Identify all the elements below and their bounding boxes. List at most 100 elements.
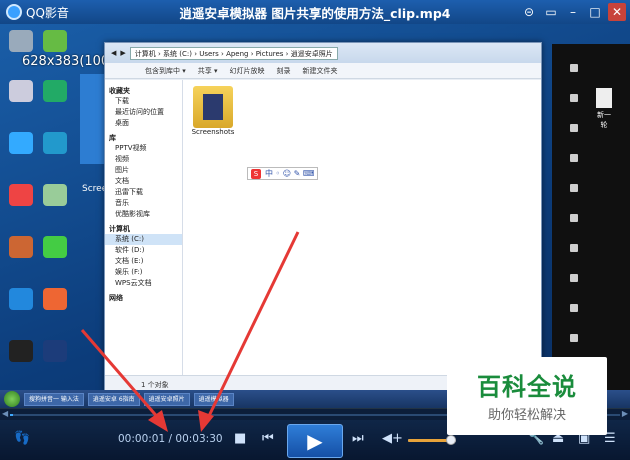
- nav-item: 下载: [115, 97, 129, 105]
- nav-item: 桌面: [115, 119, 129, 127]
- desktop-icon-ps: [38, 340, 72, 364]
- stop-icon[interactable]: ■: [234, 431, 246, 446]
- volume-knob[interactable]: [446, 435, 457, 445]
- desktop-icon-ie: [4, 132, 38, 156]
- watermark-slogan: 助你轻松解决: [487, 408, 566, 423]
- file-view: Screenshots: [183, 80, 541, 375]
- document-icon: [596, 88, 612, 108]
- footprint-icon[interactable]: 👣: [14, 431, 30, 446]
- sidebar-tool-icon: [570, 334, 578, 342]
- explorer-body: 收藏夹 下载 最近访问的位置 桌面 库 PPTV视频 视频 图片 文档 迅雷下载…: [105, 80, 541, 375]
- desktop-icon-app8: [4, 288, 38, 312]
- back-icon: ◀: [111, 49, 117, 57]
- nav-item: WPS云文档: [115, 279, 152, 287]
- maximize-icon[interactable]: □: [586, 3, 604, 21]
- seek-forward-icon[interactable]: ▶: [622, 409, 628, 418]
- nav-network-head: 网络: [109, 294, 123, 302]
- sidebar-tool-icon: [570, 124, 578, 132]
- navigation-pane: 收藏夹 下载 最近访问的位置 桌面 库 PPTV视频 视频 图片 文档 迅雷下载…: [105, 80, 183, 375]
- nav-item: 音乐: [115, 199, 129, 207]
- close-icon[interactable]: ✕: [608, 3, 626, 21]
- nav-item: 系统 (C:): [105, 234, 182, 245]
- window-buttons: ⊝ ▭ – □ ✕: [520, 3, 626, 21]
- address-bar: ◀ ▶ 计算机 › 系统 (C:) › Users › Apeng › Pict…: [105, 43, 541, 63]
- next-icon[interactable]: ⏭: [352, 431, 364, 446]
- desktop-icon-app3: [38, 132, 72, 156]
- explorer-window: ◀ ▶ 计算机 › 系统 (C:) › Users › Apeng › Pict…: [104, 42, 542, 394]
- taskbar-item: 逍遥模拟器: [193, 392, 234, 406]
- desktop-icon-document: 新一轮: [594, 88, 614, 130]
- sidebar-tool-icon: [570, 274, 578, 282]
- folder-label: Screenshots: [191, 128, 235, 136]
- volume-slider[interactable]: [408, 435, 457, 445]
- sidebar-tool-icon: [570, 94, 578, 102]
- desktop-icon-app9: [38, 288, 72, 312]
- nav-item: 迅雷下载: [115, 188, 143, 196]
- nav-item: 优酷影视库: [115, 210, 150, 218]
- app-logo[interactable]: QQ影音: [0, 4, 69, 21]
- nav-item: PPTV视频: [115, 144, 147, 152]
- sidebar-tool-icon: [570, 304, 578, 312]
- total-time: 00:03:30: [175, 433, 223, 445]
- watermark-title: 百科全说: [477, 373, 577, 401]
- skin-icon[interactable]: ⊝: [520, 3, 538, 21]
- current-time: 00:00:01: [118, 433, 166, 445]
- toolbar-share: 共享 ▾: [197, 66, 218, 75]
- sidebar-tool-icon: [570, 64, 578, 72]
- sogou-icon: S: [251, 168, 261, 179]
- volume-fill: [408, 439, 452, 442]
- taskbar-item: 逍遥安卓照片: [143, 392, 190, 406]
- desktop-icon-app5: [38, 184, 72, 208]
- mini-mode-icon[interactable]: ▭: [542, 3, 560, 21]
- address-field: 计算机 › 系统 (C:) › Users › Apeng › Pictures…: [129, 46, 338, 60]
- minimize-icon[interactable]: –: [564, 3, 582, 21]
- desktop-icon-app7: [38, 236, 72, 260]
- desktop-icon-qq: [4, 340, 38, 364]
- nav-item: 视频: [115, 155, 129, 163]
- sidebar-tool-icon: [570, 184, 578, 192]
- sidebar-tool-icon: [570, 154, 578, 162]
- nav-item: 软件 (D:): [115, 246, 145, 254]
- play-icon: ▶: [307, 429, 323, 453]
- time-display: 00:00:01 / 00:03:30: [118, 433, 223, 445]
- toolbar-new-folder: 新建文件夹: [302, 66, 338, 75]
- explorer-toolbar: 包含到库中 ▾ 共享 ▾ 幻灯片放映 刻录 新建文件夹: [105, 63, 541, 79]
- toolbar-burn: 刻录: [276, 66, 291, 75]
- nav-item: 文档 (E:): [115, 257, 144, 265]
- nav-computer-head: 计算机: [109, 225, 130, 233]
- forward-icon: ▶: [120, 49, 126, 57]
- nav-libraries-head: 库: [109, 134, 116, 142]
- ime-mode-icon: 中 ◦ ☺ ✎ ⌨: [265, 169, 315, 178]
- ime-toolbar: S 中 ◦ ☺ ✎ ⌨: [247, 167, 319, 180]
- nav-item: 最近访问的位置: [115, 108, 164, 116]
- previous-icon[interactable]: ⏮: [262, 431, 274, 446]
- toolbar-include-library: 包含到库中 ▾: [145, 66, 186, 75]
- desktop-icon-computer: [4, 30, 38, 54]
- document-label: 新一轮: [597, 111, 611, 129]
- nav-item: 娱乐 (F:): [115, 268, 143, 276]
- desktop-icon-app: [38, 30, 72, 54]
- volume-icon[interactable]: ◀+: [382, 431, 403, 446]
- title-bar: QQ影音 逍遥安卓模拟器 图片共享的使用方法_clip.mp4 ⊝ ▭ – □ …: [0, 0, 630, 24]
- sidebar-tool-icon: [570, 244, 578, 252]
- app-name: QQ影音: [26, 5, 69, 20]
- folder-icon: [193, 86, 233, 128]
- progress-fill: [10, 414, 13, 416]
- sidebar-tool-icon: [570, 214, 578, 222]
- taskbar-item: 搜狗拼音一 输入法: [24, 392, 84, 406]
- emulator-sidebar: [552, 44, 630, 390]
- toolbar-slideshow: 幻灯片放映: [229, 66, 265, 75]
- time-separator: /: [165, 433, 176, 445]
- nav-item: 文档: [115, 177, 129, 185]
- nav-item: 图片: [115, 166, 129, 174]
- play-button[interactable]: ▶: [287, 424, 343, 458]
- desktop-icon-app6: [4, 236, 38, 260]
- taskbar-item: 逍遥安卓 6指南: [87, 392, 140, 406]
- qq-player-icon: [6, 4, 22, 20]
- video-frame[interactable]: 628x383(100%) Scree 新一轮 ◀ ▶ 计算机 › 系统 (C:…: [0, 24, 630, 408]
- start-orb-icon: [4, 391, 20, 407]
- seek-back-icon[interactable]: ◀: [2, 409, 8, 418]
- nav-favorites-head: 收藏夹: [109, 87, 130, 95]
- desktop-icon-app4: [4, 184, 38, 208]
- folder-screenshots: Screenshots: [189, 86, 237, 136]
